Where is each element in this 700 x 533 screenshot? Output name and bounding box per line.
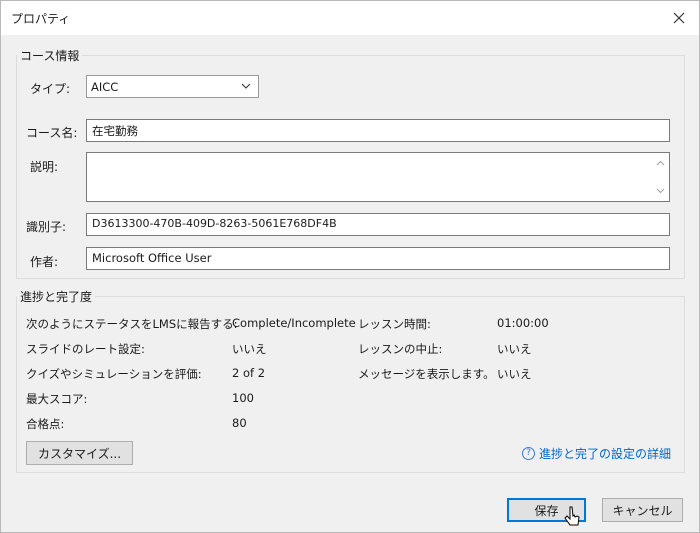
properties-dialog: プロパティ コース情報 タイプ: AICC コース名: 在宅勤務 説明: 識別子…	[0, 0, 700, 533]
max-score-value: 100	[232, 391, 254, 405]
lesson-time-value: 01:00:00	[497, 316, 549, 330]
show-message-value: いいえ	[497, 367, 532, 381]
help-link-text: 進捗と完了の設定の詳細	[538, 447, 671, 461]
lesson-abort-value: いいえ	[497, 342, 532, 356]
slide-rating-label: スライドのレート設定:	[26, 342, 145, 356]
report-status-label: 次のようにステータスをLMSに報告する:	[26, 317, 238, 331]
report-status-value: Complete/Incomplete	[232, 316, 356, 330]
close-icon	[673, 12, 685, 24]
description-field[interactable]	[86, 152, 670, 202]
help-icon: ?	[521, 447, 535, 460]
course-name-field[interactable]: 在宅勤務	[86, 119, 670, 142]
type-select-value: AICC	[91, 80, 119, 94]
type-select[interactable]: AICC	[86, 75, 259, 98]
dialog-title: プロパティ	[11, 12, 71, 26]
passing-score-label: 合格点:	[26, 417, 65, 431]
cancel-button[interactable]: キャンセル	[602, 498, 683, 522]
passing-score-value: 80	[232, 416, 247, 430]
chevron-down-icon	[241, 83, 251, 89]
identifier-label: 識別子:	[26, 220, 67, 234]
course-info-legend: コース情報	[20, 49, 80, 63]
course-name-label: コース名:	[26, 126, 78, 140]
author-label: 作者:	[30, 255, 59, 269]
description-scrollbar[interactable]	[653, 154, 668, 200]
customize-button[interactable]: カスタマイズ...	[26, 441, 133, 465]
quiz-evaluation-label: クイズやシミュレーションを評価:	[26, 367, 202, 381]
lesson-abort-label: レッスンの中止:	[358, 342, 443, 356]
description-label: 説明:	[30, 160, 59, 174]
quiz-evaluation-value: 2 of 2	[232, 366, 266, 380]
progress-help-link[interactable]: ? 進捗と完了の設定の詳細	[521, 445, 671, 462]
mouse-pointer-icon	[564, 506, 580, 526]
chevron-down-icon	[656, 188, 665, 194]
author-field[interactable]: Microsoft Office User	[86, 247, 670, 270]
slide-rating-value: いいえ	[232, 342, 267, 356]
progress-legend: 進捗と完了度	[20, 290, 93, 304]
type-label: タイプ:	[30, 82, 71, 96]
show-message-label: メッセージを表示します。	[358, 367, 495, 381]
chevron-up-icon	[656, 160, 665, 166]
title-bar: プロパティ	[1, 1, 699, 35]
lesson-time-label: レッスン時間:	[358, 317, 431, 331]
max-score-label: 最大スコア:	[26, 392, 88, 406]
close-button[interactable]	[659, 1, 699, 35]
identifier-field[interactable]: D3613300-470B-409D-8263-5061E768DF4B	[86, 213, 670, 236]
